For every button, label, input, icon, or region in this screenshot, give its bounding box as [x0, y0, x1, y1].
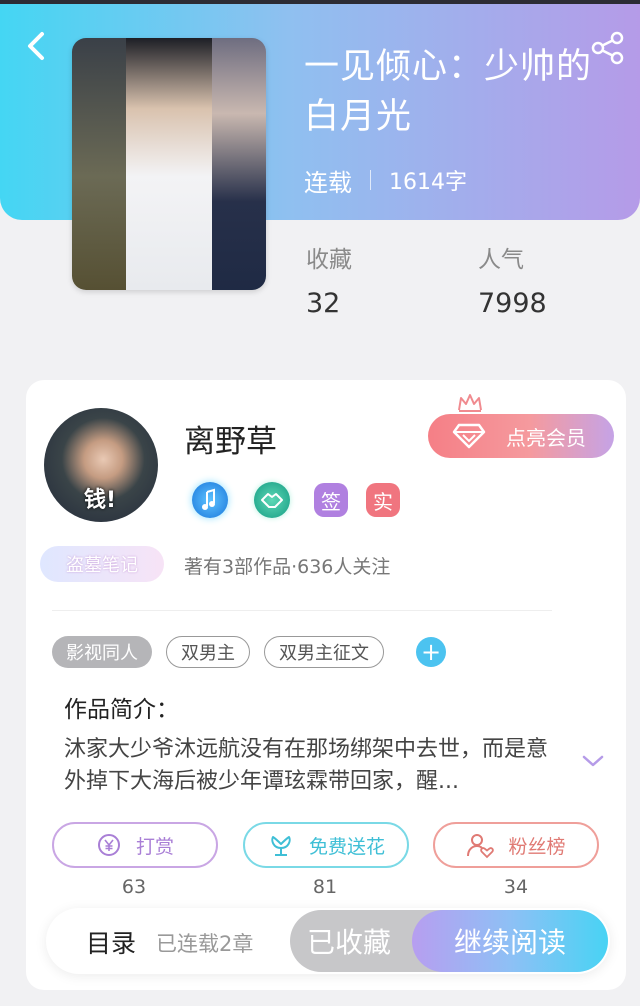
popularity-value: 7998	[478, 288, 547, 319]
avatar-caption: 钱!	[84, 488, 117, 513]
favorited-label: 已收藏	[306, 926, 391, 959]
send-flower-button[interactable]: 免费送花	[243, 822, 409, 868]
tip-button[interactable]: 打赏	[52, 822, 218, 868]
fan-ranking-button[interactable]: 粉丝榜	[433, 822, 599, 868]
word-count: 1614字	[389, 170, 467, 195]
book-cover-image[interactable]	[72, 38, 266, 290]
chevron-down-icon[interactable]	[580, 752, 606, 770]
favorites-stat: 收藏 32	[306, 240, 352, 319]
fandom-badge: 盗墓笔记	[40, 546, 164, 582]
serial-status: 连载	[304, 168, 352, 197]
author-works-followers: 著有3部作品·636人关注	[184, 556, 391, 578]
cover-panel-left	[72, 38, 126, 290]
verified-author-badge[interactable]: 实	[366, 483, 400, 517]
synopsis-text: 沐家大少爷沐远航没有在那场绑架中去世，而是意外掉下大海后被少年谭玹霖带回家，醒.…	[64, 737, 549, 794]
signed-author-badge[interactable]: 签	[314, 483, 348, 517]
author-avatar[interactable]: 钱!	[44, 408, 158, 522]
author-name[interactable]: 离野草	[184, 416, 277, 461]
add-tag-icon[interactable]: +	[416, 637, 446, 667]
status-divider	[370, 170, 371, 190]
diamond-icon	[452, 423, 486, 449]
tag-film-fanfic[interactable]: 影视同人	[52, 636, 152, 668]
handshake-medal-icon[interactable]	[254, 482, 290, 518]
chapter-count: 已连载2章	[156, 932, 254, 956]
activate-vip-button[interactable]: 点亮会员	[428, 414, 614, 458]
fan-heart-icon	[467, 834, 495, 859]
popularity-stat: 人气 7998	[478, 240, 547, 319]
fan-count: 34	[503, 876, 529, 898]
popularity-label: 人气	[478, 247, 524, 273]
cover-panel-center	[126, 38, 212, 290]
continue-reading-button[interactable]: 继续阅读	[412, 910, 608, 972]
tip-label: 打赏	[135, 835, 174, 858]
favorites-label: 收藏	[306, 247, 352, 273]
crown-icon	[458, 394, 482, 412]
music-medal-icon[interactable]	[192, 482, 228, 518]
tip-count: 63	[121, 876, 147, 898]
flower-icon	[271, 836, 291, 856]
back-arrow-icon[interactable]	[22, 26, 52, 66]
table-of-contents-button[interactable]: 目录	[86, 924, 136, 960]
book-title: 一见倾心：少帅的白月光	[304, 47, 593, 137]
card-divider	[52, 610, 552, 611]
tag-double-male-lead-contest[interactable]: 双男主征文	[264, 636, 384, 668]
tag-double-male-lead[interactable]: 双男主	[166, 636, 250, 668]
send-flower-label: 免费送花	[308, 835, 385, 858]
fan-ranking-label: 粉丝榜	[508, 835, 566, 858]
cover-panel-right	[212, 38, 266, 290]
vip-button-label: 点亮会员	[506, 425, 586, 450]
favorites-value: 32	[306, 288, 341, 319]
synopsis-heading: 作品简介：	[64, 697, 179, 723]
coin-icon	[97, 834, 120, 856]
author-badges: 签 实	[192, 482, 400, 518]
book-status-row: 连载 1614字	[304, 162, 467, 198]
flower-count: 81	[312, 876, 338, 898]
tag-list: 影视同人 双男主 双男主征文 +	[52, 636, 446, 668]
